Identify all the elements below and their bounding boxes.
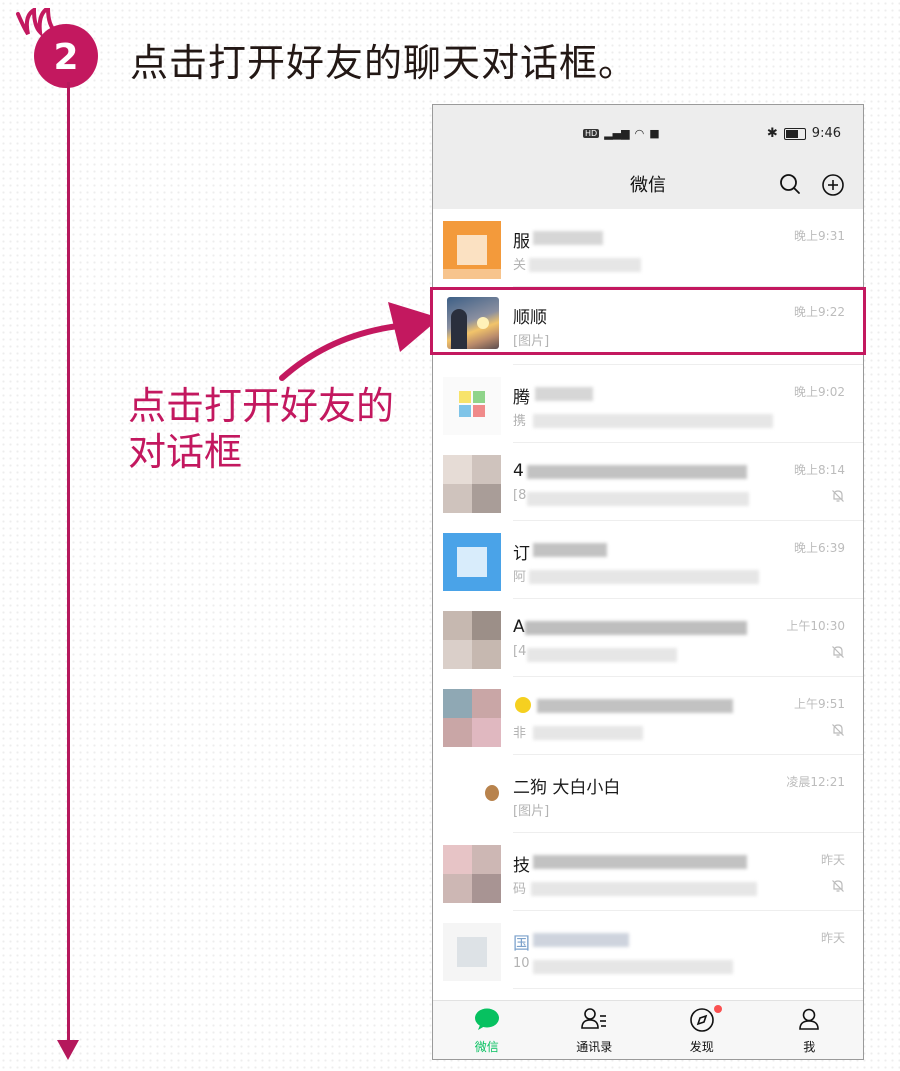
chat-name: 订	[513, 544, 530, 564]
chat-time: 晚上8:14	[794, 463, 845, 477]
chat-item[interactable]: 服 关 晚上9:31	[433, 209, 863, 287]
avatar	[443, 221, 501, 279]
chat-preview: 码	[513, 882, 527, 897]
avatar	[443, 533, 501, 591]
tab-chats[interactable]: 微信	[433, 1001, 541, 1059]
chat-item[interactable]: A [4 上午10:30	[433, 599, 863, 677]
chat-preview: 非	[513, 726, 527, 741]
chat-name: 服	[513, 232, 530, 252]
search-icon[interactable]	[779, 173, 801, 195]
chat-name: 腾	[513, 388, 530, 408]
wifi-icon: ◠	[634, 127, 645, 140]
chat-time: 昨天	[820, 931, 845, 945]
chat-name: 二狗 大白小白	[513, 778, 621, 798]
video-icon: ■	[649, 127, 660, 140]
chat-preview: 携	[513, 414, 527, 429]
clock: 9:46	[811, 126, 841, 141]
chat-item[interactable]: 技 码 昨天	[433, 833, 863, 911]
chat-time: 凌晨12:21	[786, 775, 845, 789]
chat-preview: 关	[513, 258, 527, 273]
chat-name: 技	[513, 856, 530, 876]
top-navigation: 微信	[433, 159, 863, 209]
bottom-tab-bar: 微信 通讯录 发现 我	[433, 1000, 863, 1059]
chat-item[interactable]: 4 [8 晚上8:14	[433, 443, 863, 521]
chat-name: 国	[513, 934, 530, 954]
contacts-icon	[581, 1008, 607, 1029]
mute-bell-icon	[832, 646, 844, 658]
callout-line-2: 对话框	[128, 430, 243, 474]
avatar	[443, 767, 501, 825]
chat-name: A	[513, 617, 525, 637]
person-icon	[799, 1008, 820, 1030]
compass-icon	[689, 1008, 714, 1032]
tab-discover[interactable]: 发现	[648, 1001, 756, 1059]
network-status: HD ▂▄▆ ◠ ■	[583, 127, 660, 140]
chat-time: 晚上9:02	[794, 385, 845, 399]
battery-icon	[783, 127, 806, 140]
chat-item[interactable]: 非 上午9:51	[433, 677, 863, 755]
chat-time: 上午10:30	[786, 619, 845, 633]
avatar	[443, 923, 501, 981]
avatar	[443, 611, 501, 669]
chat-item[interactable]: 二狗 大白小白 [图片] 凌晨12:21	[433, 755, 863, 833]
avatar	[443, 845, 501, 903]
avatar	[443, 689, 501, 747]
highlight-frame	[430, 287, 866, 355]
tab-me[interactable]: 我	[756, 1001, 864, 1059]
tab-label: 我	[803, 1040, 816, 1054]
status-bar: HD ▂▄▆ ◠ ■ ✱ 9:46	[433, 105, 863, 159]
emoji-icon	[515, 697, 531, 713]
chat-name: 4	[513, 461, 524, 481]
dog-emoji-icon	[485, 785, 499, 801]
timeline-line	[67, 82, 70, 1042]
tab-label: 微信	[474, 1040, 499, 1054]
bluetooth-icon: ✱	[766, 126, 778, 141]
mute-bell-icon	[832, 880, 844, 892]
chat-preview: [8	[513, 488, 527, 503]
signal-icon: ▂▄▆	[604, 127, 630, 140]
avatar	[443, 455, 501, 513]
chat-time: 上午9:51	[794, 697, 845, 711]
callout-line-1: 点击打开好友的	[128, 384, 395, 428]
chat-item[interactable]: 订 阿 晚上6:39	[433, 521, 863, 599]
step-number: 2	[53, 37, 78, 78]
chat-time: 昨天	[820, 853, 845, 867]
chat-time: 晚上9:31	[794, 229, 845, 243]
phone-screen: HD ▂▄▆ ◠ ■ ✱ 9:46 微信 服 关 晚上9:31 顺顺 [图片] …	[432, 104, 864, 1060]
tab-contacts[interactable]: 通讯录	[541, 1001, 649, 1059]
mute-bell-icon	[832, 490, 844, 502]
timeline-arrow-icon	[57, 1040, 79, 1060]
device-status: ✱ 9:46	[767, 126, 841, 141]
chat-item[interactable]: 腾 携 晚上9:02	[433, 365, 863, 443]
chat-preview: [4	[513, 644, 527, 659]
chat-preview: [图片]	[513, 804, 550, 819]
chat-item[interactable]: 国 10 昨天	[433, 911, 863, 989]
chat-bubble-icon	[474, 1008, 499, 1030]
tab-label: 发现	[689, 1040, 714, 1054]
chat-time: 晚上6:39	[794, 541, 845, 555]
mute-bell-icon	[832, 724, 844, 736]
notification-dot	[713, 1005, 722, 1013]
chat-preview: 10	[513, 956, 530, 971]
hd-icon: HD	[583, 129, 600, 138]
chat-preview: 阿	[513, 570, 527, 585]
add-icon[interactable]	[821, 173, 845, 197]
avatar	[443, 377, 501, 435]
step-number-badge: 2	[16, 8, 98, 88]
tab-label: 通讯录	[576, 1040, 613, 1054]
step-title: 点击打开好友的聊天对话框。	[130, 41, 638, 85]
callout-text: 点击打开好友的 对话框	[128, 383, 428, 475]
